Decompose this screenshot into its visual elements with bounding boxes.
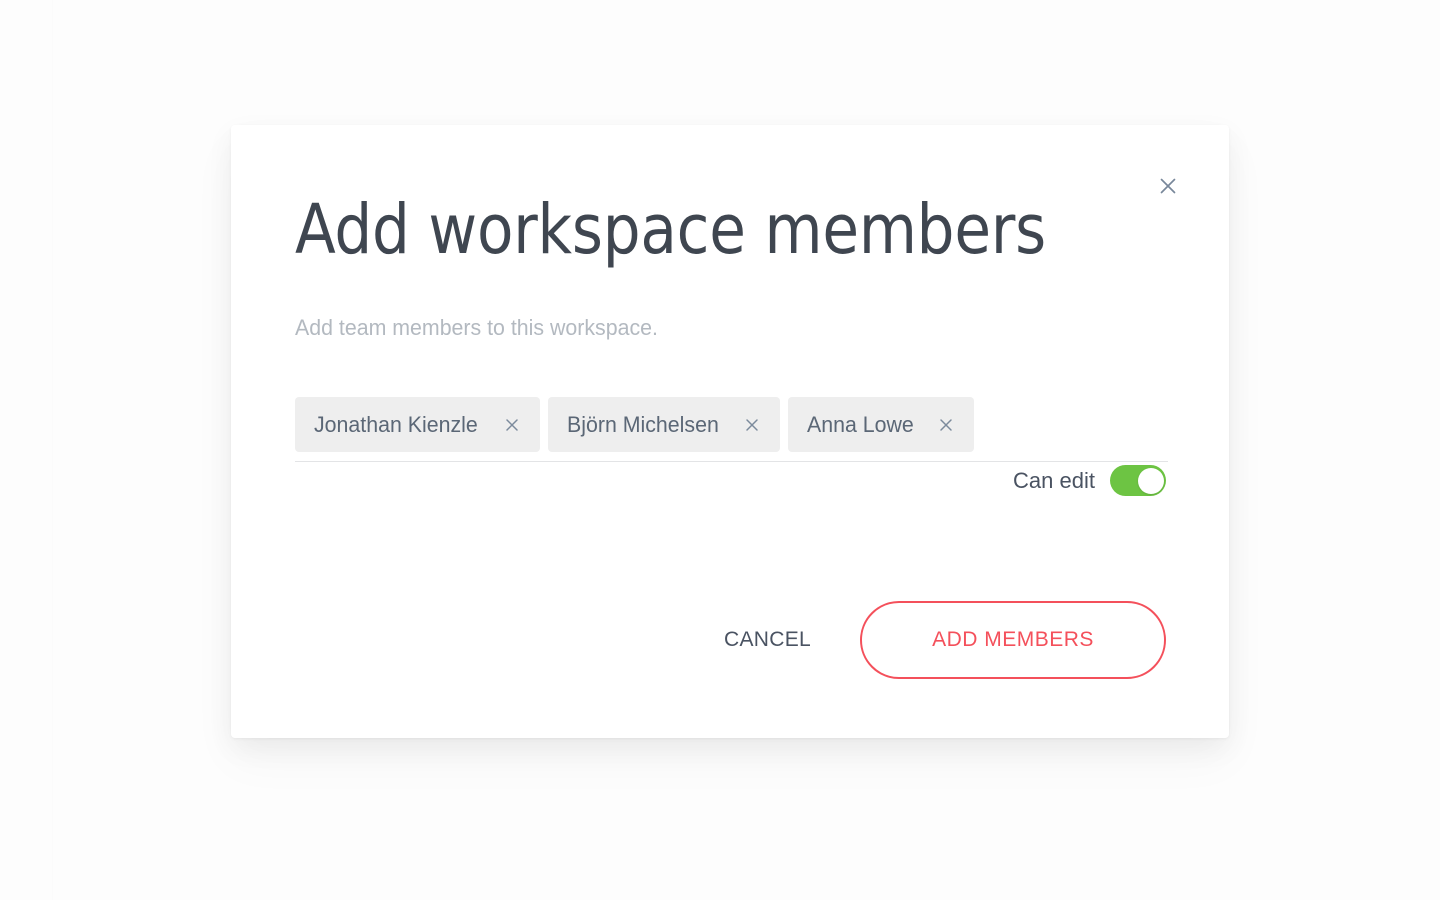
close-icon [938, 417, 954, 433]
toggle-knob [1138, 467, 1164, 494]
remove-member-button[interactable] [935, 414, 957, 436]
dialog-subtitle: Add team members to this workspace. [295, 315, 658, 340]
add-members-button[interactable]: ADD MEMBERS [860, 601, 1166, 679]
members-input-field[interactable]: Jonathan Kienzle Björn Michelsen Anna Lo… [295, 397, 1168, 462]
member-chip[interactable]: Jonathan Kienzle [295, 397, 540, 452]
add-workspace-members-dialog: Add workspace members Add team members t… [231, 125, 1229, 738]
cancel-button[interactable]: CANCEL [700, 628, 835, 652]
close-icon [504, 417, 520, 433]
member-chip[interactable]: Anna Lowe [788, 397, 975, 452]
background-seam [52, 0, 53, 900]
remove-member-button[interactable] [741, 414, 763, 436]
remove-member-button[interactable] [501, 414, 523, 436]
dialog-title: Add workspace members [295, 190, 1046, 270]
member-chip-list: Jonathan Kienzle Björn Michelsen Anna Lo… [295, 397, 1168, 452]
close-icon [1158, 176, 1178, 196]
member-chip[interactable]: Björn Michelsen [547, 397, 781, 452]
member-chip-label: Björn Michelsen [566, 411, 719, 437]
can-edit-toggle[interactable] [1110, 465, 1166, 496]
close-icon [744, 417, 760, 433]
member-chip-label: Jonathan Kienzle [314, 411, 478, 437]
can-edit-label: Can edit [1013, 467, 1095, 493]
dialog-actions: CANCEL ADD MEMBERS [700, 601, 1166, 679]
member-chip-label: Anna Lowe [807, 411, 915, 437]
permission-row: Can edit [1013, 465, 1166, 496]
close-icon-button[interactable] [1153, 171, 1183, 201]
